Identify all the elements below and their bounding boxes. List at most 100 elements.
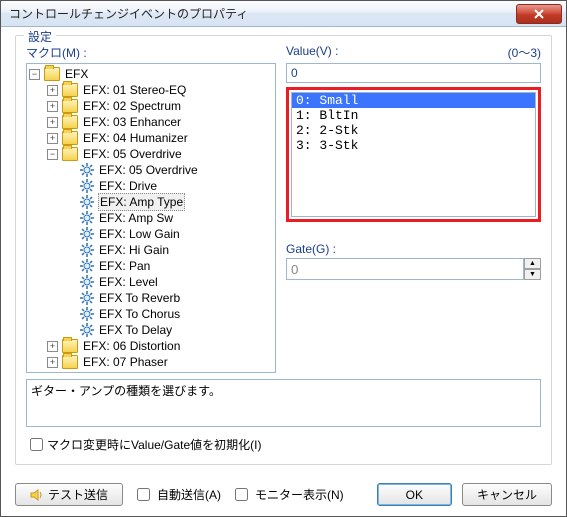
tree-label: EFX: 02 Spectrum <box>82 98 182 114</box>
tree-leaf[interactable]: EFX: Amp Sw <box>65 210 275 226</box>
folder-icon <box>62 115 78 129</box>
folder-icon <box>62 131 78 145</box>
tree-label: EFX: 06 Distortion <box>82 338 181 354</box>
tree-leaf[interactable]: EFX To Delay <box>65 322 275 338</box>
macro-tree[interactable]: −EFX+EFX: 01 Stereo-EQ+EFX: 02 Spectrum+… <box>26 63 276 373</box>
gear-icon <box>80 243 94 257</box>
macro-label: マクロ(M) : <box>26 44 276 61</box>
client-area: 設定 マクロ(M) : −EFX+EFX: 01 Stereo-EQ+EFX: … <box>1 27 566 475</box>
description-box[interactable]: ギター・アンプの種類を選びます。 <box>26 379 541 427</box>
tree-label: EFX: Amp Type <box>98 193 185 211</box>
titlebar: コントロールチェンジイベントのプロパティ <box>1 1 566 27</box>
main-row: マクロ(M) : − EFX + EFX: 01 Stereo-EQ + EFX: 02 … <box>26 44 541 373</box>
tree-label: EFX To Chorus <box>98 306 181 322</box>
expander-icon[interactable]: + <box>47 101 58 112</box>
tree-leaf[interactable]: EFX: Amp Type <box>65 194 275 210</box>
tree-leaf[interactable]: EFX: Drive <box>65 178 275 194</box>
gear-icon <box>80 227 94 241</box>
tree-label: EFX: Low Gain <box>98 226 181 242</box>
expander-icon[interactable]: + <box>47 341 58 352</box>
auto-send-check[interactable]: 自動送信(A) <box>133 485 221 504</box>
test-send-label: テスト送信 <box>48 486 108 503</box>
tree-leaf[interactable]: EFX: Level <box>65 274 275 290</box>
test-send-button[interactable]: テスト送信 <box>15 483 123 506</box>
ok-button[interactable]: OK <box>377 483 452 506</box>
expander-icon[interactable]: + <box>47 357 58 368</box>
folder-icon <box>62 355 78 369</box>
speaker-icon <box>30 488 44 502</box>
tree-label: EFX <box>64 66 89 82</box>
value-input[interactable] <box>286 63 541 83</box>
list-item[interactable]: 3: 3-Stk <box>292 138 535 153</box>
tree-label: EFX: 01 Stereo-EQ <box>82 82 187 98</box>
list-item[interactable]: 1: BltIn <box>292 108 535 123</box>
gear-icon <box>80 291 94 305</box>
expander-icon[interactable]: + <box>47 133 58 144</box>
reset-checkbox-row: マクロ変更時にValue/Gate値を初期化(I) <box>26 435 541 454</box>
tree-leaf[interactable]: EFX: 05 Overdrive <box>65 162 275 178</box>
monitor-check[interactable]: モニター表示(N) <box>231 485 344 504</box>
tree-label: EFX To Reverb <box>98 290 181 306</box>
fieldset-legend: 設定 <box>24 28 56 45</box>
tree-label: EFX: Drive <box>98 178 158 194</box>
gate-spin-down[interactable]: ▼ <box>524 269 541 280</box>
tree-label: EFX: 03 Enhancer <box>82 114 182 130</box>
button-row: テスト送信 自動送信(A) モニター表示(N) OK キャンセル <box>1 475 566 516</box>
gear-icon <box>80 307 94 321</box>
gate-label: Gate(G) : <box>286 242 541 256</box>
tree-leaf[interactable]: EFX: Hi Gain <box>65 242 275 258</box>
value-options-frame: 0: Small1: BltIn2: 2-Stk3: 3-Stk <box>286 87 541 222</box>
folder-icon <box>62 339 78 353</box>
gate-spin-buttons: ▲ ▼ <box>524 258 541 280</box>
monitor-checkbox[interactable] <box>235 488 248 501</box>
value-label: Value(V) : (0～3) <box>286 44 541 61</box>
tree-leaf[interactable]: EFX: Pan <box>65 258 275 274</box>
folder-icon <box>62 147 78 161</box>
dialog-window: コントロールチェンジイベントのプロパティ 設定 マクロ(M) : −EFX+EF… <box>0 0 567 517</box>
gear-icon <box>80 179 94 193</box>
tree-folder[interactable]: + EFX: 03 Enhancer <box>47 114 275 130</box>
value-range: (0～3) <box>508 44 541 61</box>
close-button[interactable] <box>516 4 562 24</box>
cancel-button[interactable]: キャンセル <box>462 483 552 506</box>
expander-icon[interactable]: − <box>29 69 40 80</box>
tree-label: EFX: 05 Overdrive <box>82 146 183 162</box>
close-icon <box>534 9 544 19</box>
expander-icon[interactable]: − <box>47 149 58 160</box>
value-listbox[interactable]: 0: Small1: BltIn2: 2-Stk3: 3-Stk <box>291 92 536 217</box>
tree-leaf[interactable]: EFX To Reverb <box>65 290 275 306</box>
tree-leaf[interactable]: EFX: Low Gain <box>65 226 275 242</box>
auto-send-label: 自動送信(A) <box>157 486 221 503</box>
value-label-text: Value(V) : <box>286 44 338 61</box>
tree-folder[interactable]: + EFX: 06 Distortion <box>47 338 275 354</box>
folder-icon <box>62 99 78 113</box>
gate-input[interactable] <box>286 258 524 280</box>
expander-icon[interactable]: + <box>47 85 58 96</box>
tree-label: EFX: Hi Gain <box>98 242 170 258</box>
tree-folder[interactable]: + EFX: 07 Phaser <box>47 354 275 370</box>
tree-folder[interactable]: − EFX <box>29 66 275 82</box>
gate-spinner[interactable]: ▲ ▼ <box>286 258 541 280</box>
tree-folder[interactable]: − EFX: 05 Overdrive <box>47 146 275 162</box>
macro-column: マクロ(M) : − EFX + EFX: 01 Stereo-EQ + EFX: 02 … <box>26 44 276 373</box>
tree-leaf[interactable]: EFX To Chorus <box>65 306 275 322</box>
monitor-label: モニター表示(N) <box>255 486 344 503</box>
reset-checkbox-label: マクロ変更時にValue/Gate値を初期化(I) <box>47 436 261 453</box>
folder-icon <box>62 83 78 97</box>
reset-checkbox[interactable] <box>30 438 43 451</box>
description-text: ギター・アンプの種類を選びます。 <box>31 384 221 398</box>
auto-send-checkbox[interactable] <box>137 488 150 501</box>
list-item[interactable]: 0: Small <box>292 93 535 108</box>
gear-icon <box>80 163 94 177</box>
tree-label: EFX: Amp Sw <box>98 210 174 226</box>
tree-label: EFX: 07 Phaser <box>82 354 169 370</box>
tree-label: EFX To Delay <box>98 322 173 338</box>
tree-label: EFX: Pan <box>98 258 151 274</box>
expander-icon[interactable]: + <box>47 117 58 128</box>
tree-folder[interactable]: +EFX: 04 Humanizer <box>47 130 275 146</box>
folder-icon <box>44 67 60 81</box>
tree-folder[interactable]: + EFX: 02 Spectrum <box>47 98 275 114</box>
gate-spin-up[interactable]: ▲ <box>524 258 541 269</box>
tree-folder[interactable]: + EFX: 01 Stereo-EQ <box>47 82 275 98</box>
list-item[interactable]: 2: 2-Stk <box>292 123 535 138</box>
